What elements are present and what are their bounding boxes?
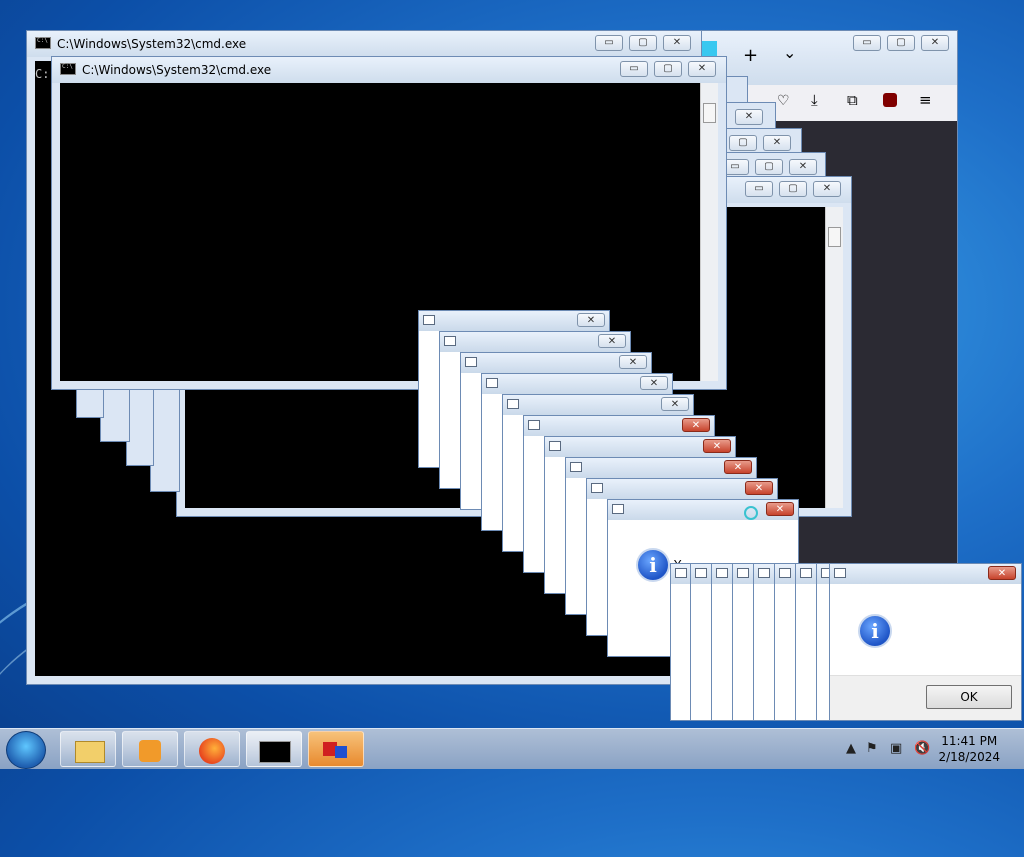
scrollbar-thumb[interactable] bbox=[703, 103, 716, 123]
close-button[interactable]: ✕ bbox=[724, 460, 752, 474]
app-icon bbox=[758, 568, 770, 578]
app-icon bbox=[737, 568, 749, 578]
message-titlebar[interactable]: ✕ bbox=[482, 374, 672, 394]
app-icon bbox=[779, 568, 791, 578]
close-button[interactable]: ✕ bbox=[682, 418, 710, 432]
cmd-titlebar[interactable]: C:\Windows\System32\cmd.exe ▭ ▢ ✕ bbox=[52, 57, 726, 83]
message-titlebar[interactable]: ✕ bbox=[524, 416, 714, 436]
message-titlebar[interactable]: ✕ bbox=[419, 311, 609, 331]
scrollbar-thumb[interactable] bbox=[828, 227, 841, 247]
close-button[interactable]: ✕ bbox=[640, 376, 668, 390]
message-titlebar[interactable]: ✕ bbox=[587, 479, 777, 499]
maximize-button[interactable]: ▢ bbox=[779, 181, 807, 197]
app-icon bbox=[507, 399, 519, 409]
message-titlebar[interactable]: ✕ bbox=[545, 437, 735, 457]
pocket-icon[interactable]: ♡ bbox=[777, 93, 790, 109]
maximize-button[interactable]: ▢ bbox=[887, 35, 915, 51]
minimize-button[interactable]: ▭ bbox=[620, 61, 648, 77]
app-icon bbox=[834, 568, 846, 578]
busy-cursor-icon bbox=[744, 506, 758, 520]
ublock-icon[interactable] bbox=[883, 93, 897, 107]
maximize-button[interactable]: ▢ bbox=[755, 159, 783, 175]
info-icon: i bbox=[858, 614, 892, 648]
close-button[interactable]: ✕ bbox=[619, 355, 647, 369]
message-titlebar[interactable]: ✕ bbox=[503, 395, 693, 415]
app-icon bbox=[549, 441, 561, 451]
network-icon[interactable]: ▣ bbox=[890, 741, 902, 756]
ok-button[interactable]: OK bbox=[926, 685, 1012, 709]
message-box-front[interactable]: ✕ i OK bbox=[829, 563, 1022, 721]
menu-icon[interactable]: ≡ bbox=[919, 91, 932, 109]
message-titlebar[interactable]: ✕ bbox=[830, 564, 1021, 584]
cmd-icon bbox=[35, 37, 51, 49]
media-player-icon[interactable] bbox=[122, 731, 178, 767]
app-icon bbox=[423, 315, 435, 325]
close-button[interactable]: ✕ bbox=[663, 35, 691, 51]
app-icon bbox=[528, 420, 540, 430]
maximize-button[interactable]: ▢ bbox=[654, 61, 682, 77]
message-titlebar[interactable]: ✕ bbox=[608, 500, 798, 520]
maximize-button[interactable]: ▢ bbox=[729, 135, 757, 151]
message-titlebar[interactable]: ✕ bbox=[461, 353, 651, 373]
close-button[interactable]: ✕ bbox=[735, 109, 763, 125]
app-icon bbox=[591, 483, 603, 493]
close-button[interactable]: ✕ bbox=[813, 181, 841, 197]
maximize-button[interactable]: ▢ bbox=[629, 35, 657, 51]
scrollbar[interactable] bbox=[825, 207, 843, 508]
console-text: C: bbox=[35, 67, 50, 81]
download-icon[interactable]: ⤓ bbox=[811, 91, 818, 109]
cmd-window-stack bbox=[150, 380, 180, 492]
close-button[interactable]: ✕ bbox=[921, 35, 949, 51]
tab-list-button[interactable]: ⌄ bbox=[783, 43, 796, 62]
info-icon: i bbox=[636, 548, 670, 582]
minimize-button[interactable]: ▭ bbox=[595, 35, 623, 51]
close-button[interactable]: ✕ bbox=[766, 502, 794, 516]
app-icon bbox=[612, 504, 624, 514]
firefox-icon[interactable] bbox=[184, 731, 240, 767]
explorer-icon[interactable] bbox=[60, 731, 116, 767]
close-button[interactable]: ✕ bbox=[598, 334, 626, 348]
close-button[interactable]: ✕ bbox=[661, 397, 689, 411]
minimize-button[interactable]: ▭ bbox=[853, 35, 881, 51]
action-center-icon[interactable]: ⚑ bbox=[866, 741, 878, 756]
message-footer: OK bbox=[830, 675, 1021, 720]
app-icon bbox=[716, 568, 728, 578]
close-button[interactable]: ✕ bbox=[789, 159, 817, 175]
message-titlebar[interactable]: ✕ bbox=[440, 332, 630, 352]
minimize-button[interactable]: ▭ bbox=[745, 181, 773, 197]
app-icon bbox=[486, 378, 498, 388]
cmd-window-stack bbox=[126, 380, 154, 466]
close-button[interactable]: ✕ bbox=[703, 439, 731, 453]
scrollbar[interactable] bbox=[700, 83, 718, 381]
close-button[interactable]: ✕ bbox=[688, 61, 716, 77]
app-icon bbox=[465, 357, 477, 367]
cmd-icon bbox=[60, 63, 76, 75]
volume-muted-icon[interactable]: 🔇 bbox=[914, 741, 930, 756]
app-icon[interactable] bbox=[308, 731, 364, 767]
new-tab-button[interactable]: + bbox=[743, 45, 758, 66]
app-icon bbox=[675, 568, 687, 578]
extensions-icon[interactable]: ⧉ bbox=[847, 91, 858, 109]
clock-time: 11:41 PM bbox=[941, 734, 998, 748]
show-hidden-icons-button[interactable]: ▲ bbox=[846, 741, 856, 756]
close-button[interactable]: ✕ bbox=[763, 135, 791, 151]
start-button[interactable] bbox=[6, 731, 46, 769]
close-button[interactable]: ✕ bbox=[577, 313, 605, 327]
app-icon bbox=[695, 568, 707, 578]
system-clock[interactable]: 11:41 PM 2/18/2024 bbox=[938, 733, 1000, 765]
clock-date: 2/18/2024 bbox=[938, 750, 1000, 764]
cmd-titlebar[interactable]: C:\Windows\System32\cmd.exe ▭ ▢ ✕ bbox=[27, 31, 701, 57]
close-button[interactable]: ✕ bbox=[745, 481, 773, 495]
close-button[interactable]: ✕ bbox=[988, 566, 1016, 580]
app-icon bbox=[444, 336, 456, 346]
window-title: C:\Windows\System32\cmd.exe bbox=[82, 63, 272, 77]
app-icon bbox=[570, 462, 582, 472]
taskbar: ▲ ⚑ ▣ 🔇 11:41 PM 2/18/2024 bbox=[0, 728, 1024, 769]
app-icon bbox=[800, 568, 812, 578]
cmd-icon[interactable] bbox=[246, 731, 302, 767]
message-titlebar[interactable]: ✕ bbox=[566, 458, 756, 478]
window-title: C:\Windows\System32\cmd.exe bbox=[57, 37, 247, 51]
